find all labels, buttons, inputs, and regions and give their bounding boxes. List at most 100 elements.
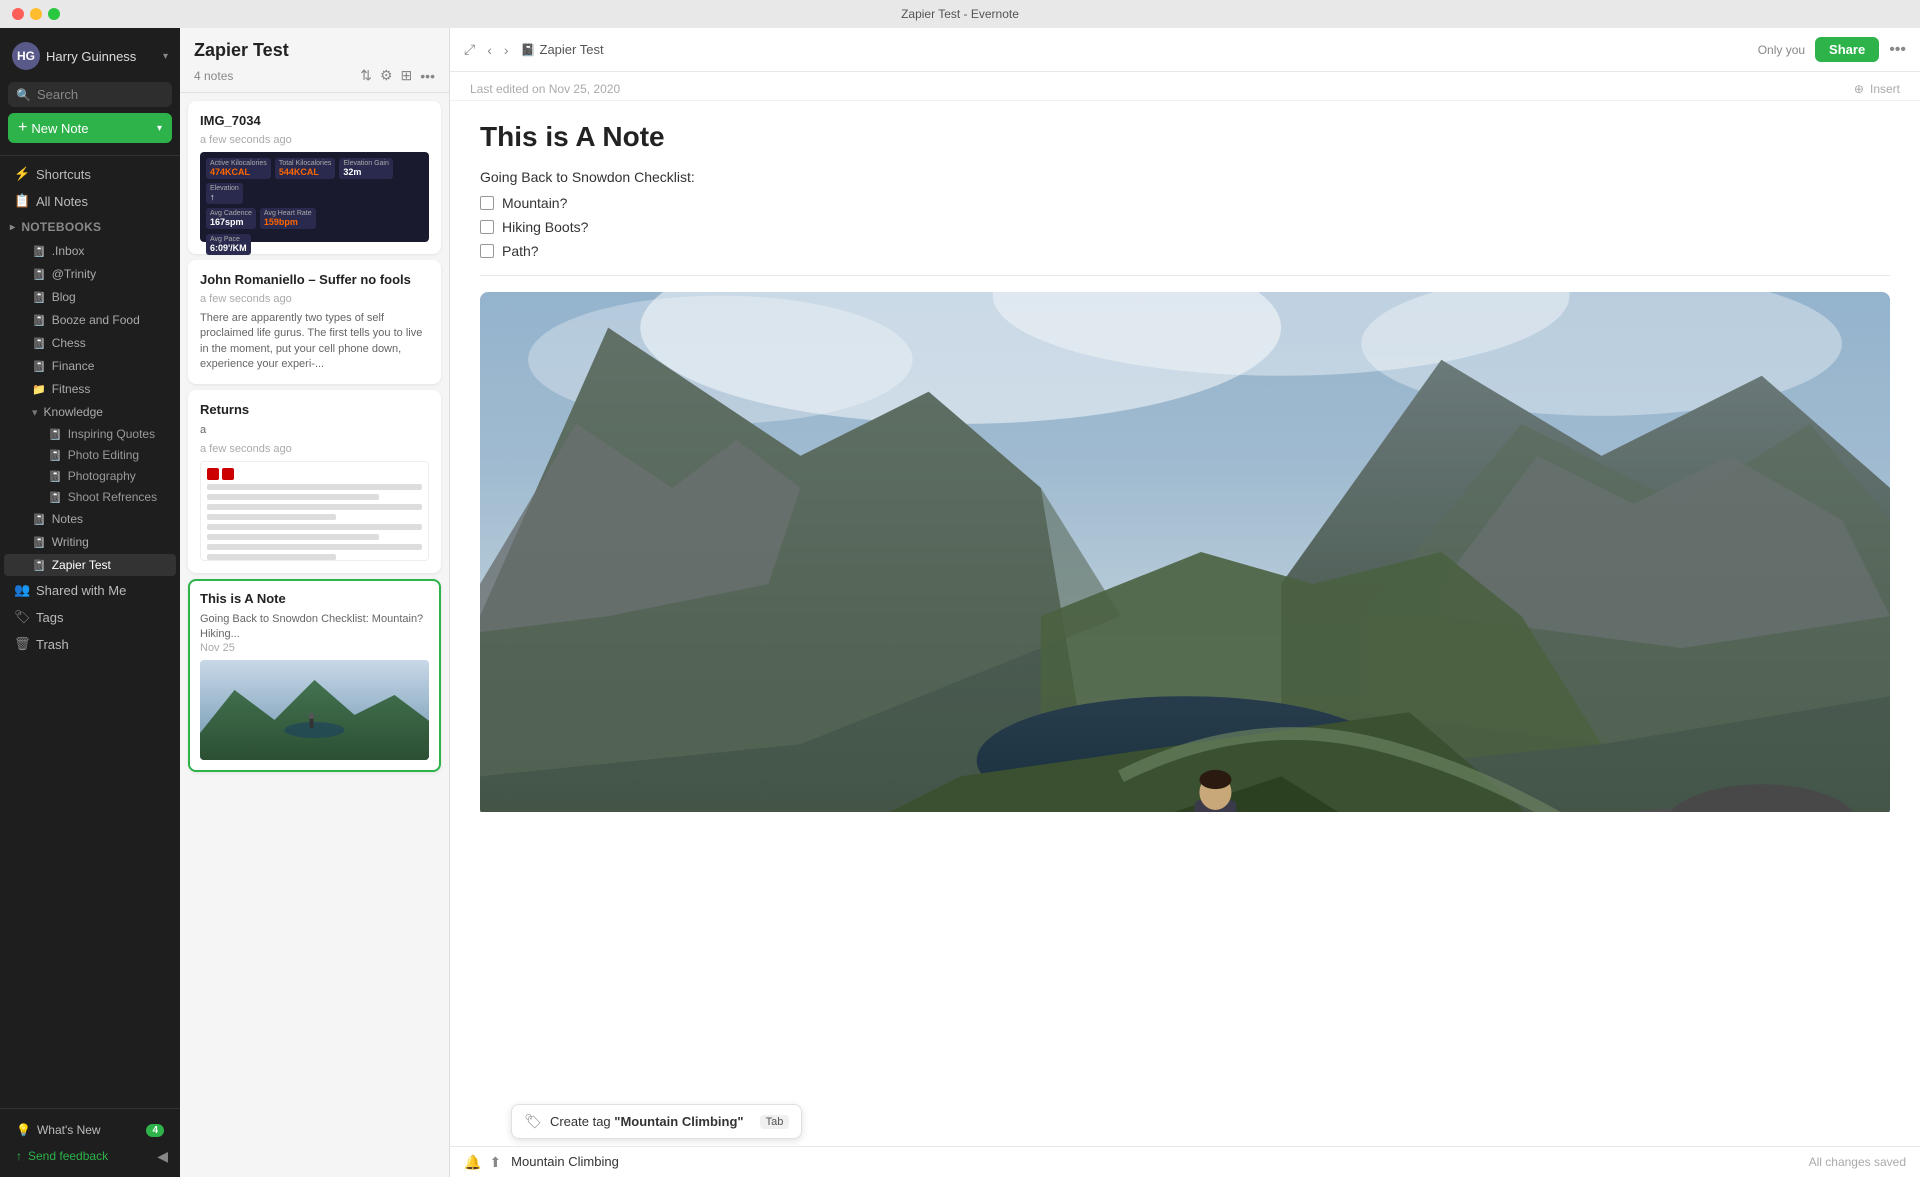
more-options-button[interactable]: ••• [1889,41,1906,59]
sort-icon[interactable]: ⇅ [360,67,372,84]
expand-icon[interactable]: ⤢ [464,41,475,58]
checkbox-path[interactable] [480,244,494,258]
fitness-stat-elevation2: Elevation ↑ [206,183,243,204]
checklist-item-2[interactable]: Path? [480,243,1890,259]
user-menu[interactable]: HG Harry Guinness ▾ [8,36,172,76]
search-bar[interactable]: 🔍 Search [8,82,172,107]
blog-label: Blog [52,290,76,304]
sidebar-item-inbox[interactable]: 📓 .Inbox [4,240,176,262]
note-card-img7034[interactable]: IMG_7034 a few seconds ago Active Kiloca… [188,101,441,254]
minimize-button[interactable] [30,8,42,20]
toolbar-right: Only you Share ••• [1758,37,1906,62]
sidebar-item-fitness[interactable]: 📁 Fitness [4,378,176,400]
feedback-button[interactable]: ↑ Send feedback [8,1143,116,1169]
notes-actions: ⇅ ⚙ ⊞ ••• [360,67,435,84]
sidebar-item-photo-editing[interactable]: 📓 Photo Editing [4,445,176,465]
checkbox-mountain[interactable] [480,196,494,210]
sidebar-item-tags[interactable]: 🏷 Tags [4,604,176,630]
notes-label: Notes [52,512,83,526]
new-note-chevron-icon: ▾ [157,123,162,134]
share-bottom-icon[interactable]: ⬆ [489,1154,501,1171]
search-icon: 🔍 [16,88,31,102]
notebook-icon: 📓 [32,291,46,304]
reminder-icon[interactable]: 🔔 [464,1154,481,1171]
shared-label: Shared with Me [36,583,126,598]
all-notes-label: All Notes [36,194,88,209]
doc-line [207,524,422,530]
note-card-returns[interactable]: Returns a a few seconds ago [188,390,441,572]
notes-list-header: Zapier Test 4 notes ⇅ ⚙ ⊞ ••• [180,28,449,93]
tag-input-area[interactable]: 🏷 Create tag "Mountain Climbing" Tab [511,1153,1798,1171]
breadcrumb: 📓 Zapier Test [521,42,604,57]
fullscreen-button[interactable] [48,8,60,20]
tags-icon: 🏷 [14,609,30,625]
sidebar-item-zapier-test[interactable]: 📓 Zapier Test [4,554,176,576]
plus-icon: + [18,119,27,137]
close-button[interactable] [12,8,24,20]
sidebar: HG Harry Guinness ▾ 🔍 Search + New Note … [0,28,180,1177]
note-body[interactable]: This is A Note Going Back to Snowdon Che… [450,101,1920,1146]
last-edited: Last edited on Nov 25, 2020 [470,82,620,96]
saved-status: All changes saved [1809,1155,1906,1169]
sidebar-item-writing[interactable]: 📓 Writing [4,531,176,553]
insert-icon[interactable]: ⊕ [1854,82,1864,96]
toolbar-nav: ‹ › [483,40,512,60]
tag-input[interactable] [511,1154,1798,1169]
sidebar-item-shortcuts[interactable]: ⚡ Shortcuts [4,161,176,187]
whats-new-button[interactable]: 💡 What's New 4 [8,1117,172,1143]
grid-view-icon[interactable]: ⊞ [401,67,413,84]
forward-button[interactable]: › [500,40,513,60]
doc-line [207,514,336,520]
new-note-label: New Note [31,121,88,136]
checklist-label: Going Back to Snowdon Checklist: [480,169,1890,185]
note-card-this-is-a-note[interactable]: This is A Note Going Back to Snowdon Che… [188,579,441,773]
note-card-john[interactable]: John Romaniello – Suffer no fools a few … [188,260,441,384]
sidebar-item-knowledge[interactable]: ▾ Knowledge [4,401,176,423]
sidebar-item-blog[interactable]: 📓 Blog [4,286,176,308]
sidebar-item-inspiring-quotes[interactable]: 📓 Inspiring Quotes [4,424,176,444]
checklist-item-1[interactable]: Hiking Boots? [480,219,1890,235]
back-button[interactable]: ‹ [483,40,496,60]
checkbox-hiking-boots[interactable] [480,220,494,234]
notebook-icon: 📓 [32,314,46,327]
sidebar-item-shared[interactable]: 👥 Shared with Me [4,577,176,603]
filter-icon[interactable]: ⚙ [380,67,393,84]
whats-new-icon: 💡 [16,1123,31,1137]
notebooks-label: Notebooks [21,220,101,234]
checklist-text-hiking-boots: Hiking Boots? [502,219,588,235]
notebook-breadcrumb-icon: 📓 [521,43,536,57]
avatar: HG [12,42,40,70]
sidebar-item-shoot-references[interactable]: 📓 Shoot Refrences [4,487,176,507]
expand-icon: ▸ [10,222,15,233]
note-title: This is A Note [480,121,1890,153]
note-card-time: a few seconds ago [200,134,429,146]
feedback-icon: ↑ [16,1149,22,1163]
note-card-image: Active Kilocalories 474KCAL Total Kiloca… [200,152,429,242]
notebooks-header[interactable]: ▸ Notebooks [0,215,180,239]
more-options-icon[interactable]: ••• [420,68,435,84]
shoot-references-label: Shoot Refrences [68,490,157,504]
share-button[interactable]: Share [1815,37,1879,62]
note-mountain-thumbnail [200,660,429,760]
trinity-label: @Trinity [52,267,96,281]
new-note-button[interactable]: + New Note ▾ [8,113,172,143]
note-card-time: a few seconds ago [200,443,429,455]
checklist-item-0[interactable]: Mountain? [480,195,1890,211]
tag-suggestion[interactable]: 🏷 Create tag "Mountain Climbing" Tab [511,1104,802,1139]
user-name: Harry Guinness [46,49,136,64]
whats-new-label: What's New [37,1123,101,1137]
finance-label: Finance [52,359,95,373]
sidebar-item-photography[interactable]: 📓 Photography [4,466,176,486]
photography-label: Photography [68,469,136,483]
sidebar-item-notes[interactable]: 📓 Notes [4,508,176,530]
sidebar-item-booze-food[interactable]: 📓 Booze and Food [4,309,176,331]
tag-icon: 🏷 [524,1113,542,1130]
inspiring-quotes-label: Inspiring Quotes [68,427,155,441]
checklist-text-mountain: Mountain? [502,195,567,211]
sidebar-item-chess[interactable]: 📓 Chess [4,332,176,354]
sidebar-item-finance[interactable]: 📓 Finance [4,355,176,377]
sidebar-item-all-notes[interactable]: 📋 All Notes [4,188,176,214]
sidebar-item-trash[interactable]: 🗑 Trash [4,631,176,657]
sidebar-item-trinity[interactable]: 📓 @Trinity [4,263,176,285]
collapse-sidebar-button[interactable]: ◀ [153,1144,172,1169]
